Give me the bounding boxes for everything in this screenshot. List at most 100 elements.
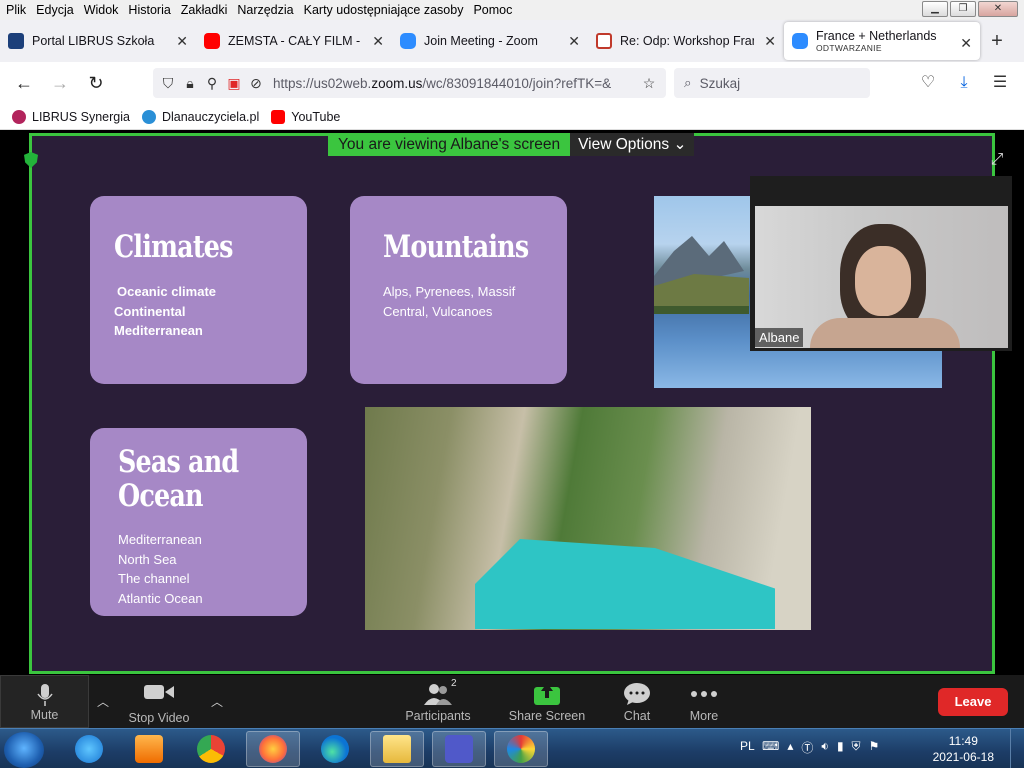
view-options-button[interactable]: View Options ⌄ <box>570 133 695 156</box>
file-explorer-icon[interactable] <box>370 731 424 767</box>
lock-icon[interactable]: 🔒︎ <box>179 75 201 92</box>
close-icon[interactable]: ✕ <box>764 33 776 50</box>
audio-options-chevron-icon[interactable]: ︿ <box>97 693 109 710</box>
forward-icon[interactable]: → <box>42 68 78 98</box>
tab-join-meeting[interactable]: Join Meeting - Zoom ✕ <box>392 20 588 62</box>
url-text[interactable]: https://us02web.zoom.us/wc/83091844010/j… <box>273 76 623 91</box>
bookmark-star-icon[interactable]: ☆ <box>638 75 660 92</box>
leave-button[interactable]: Leave <box>938 688 1008 716</box>
pocket-icon[interactable]: ♡ <box>914 68 942 98</box>
mountains-title: Mountains <box>383 229 529 265</box>
menu-narzedzia[interactable]: Narzędzia <box>232 0 298 20</box>
menu-edycja[interactable]: Edycja <box>31 0 79 20</box>
url-prefix: https://us02web. <box>273 75 372 91</box>
edge-icon[interactable] <box>308 731 362 767</box>
reload-icon[interactable]: ↻ <box>78 68 114 98</box>
windows-taskbar: PL ⌨ ▴ Ⓣ 🔉︎ ▮ ⛨ ⚑ 11:49 2021-06-18 <box>0 728 1024 768</box>
menu-historia[interactable]: Historia <box>123 0 175 20</box>
tray-expand-icon[interactable]: ▴ <box>787 739 793 756</box>
participants-label: Participants <box>405 709 471 723</box>
view-options-label: View Options <box>578 136 670 153</box>
bookmark-dlanauczyciela[interactable]: Dlanauczyciela.pl <box>141 109 259 124</box>
back-icon[interactable]: ← <box>6 68 42 98</box>
youtube-icon <box>204 33 220 49</box>
firefox-icon[interactable] <box>246 731 300 767</box>
volume-icon[interactable]: 🔉︎ <box>821 739 829 756</box>
climate-item: Oceanic climate <box>117 284 216 299</box>
more-button[interactable]: More <box>682 675 726 728</box>
show-desktop-button[interactable] <box>1010 729 1024 768</box>
bookmark-librus-synergia[interactable]: LIBRUS Synergia <box>12 109 130 124</box>
autoplay-blocked-icon[interactable]: ⊘ <box>245 75 267 92</box>
clock[interactable]: 11:49 2021-06-18 <box>933 733 994 765</box>
teams-tray-icon[interactable]: Ⓣ <box>801 739 813 756</box>
viewing-banner-text: You are viewing Albane's screen <box>328 133 571 156</box>
zoom-icon <box>400 33 416 49</box>
maximize-button[interactable]: ❐ <box>950 1 976 17</box>
dlanauczyciela-icon <box>141 109 156 124</box>
camera-icon[interactable]: ▣ <box>223 75 245 92</box>
url-domain: zoom.us <box>371 75 423 91</box>
video-options-chevron-icon[interactable]: ︿ <box>211 693 223 710</box>
screen: { "menubar": { "items": ["Plik","Edycja"… <box>0 0 1024 768</box>
network-icon[interactable]: ▮ <box>837 739 844 756</box>
teams-icon[interactable] <box>432 731 486 767</box>
sea-item: The channel <box>118 571 190 586</box>
menu-widok[interactable]: Widok <box>79 0 124 20</box>
close-icon[interactable]: ✕ <box>960 35 972 52</box>
bookmark-youtube[interactable]: YouTube <box>271 109 341 124</box>
fullscreen-icon[interactable]: ⤢ <box>983 147 1011 173</box>
mute-label: Mute <box>30 708 59 722</box>
tab-zemsta[interactable]: ZEMSTA - CAŁY FILM - 200 ✕ <box>196 20 392 62</box>
viewing-banner: You are viewing Albane's screen View Opt… <box>328 133 695 156</box>
internet-explorer-icon[interactable] <box>62 731 116 767</box>
tab-librus[interactable]: Portal LIBRUS Szkoła ✕ <box>0 20 196 62</box>
tab-title: Join Meeting - Zoom <box>424 34 538 48</box>
participant-video[interactable]: Albane <box>750 176 1012 351</box>
url-path: /wc/83091844010/join?refTK=& <box>422 75 612 91</box>
stop-video-button[interactable]: Stop Video <box>124 675 194 728</box>
menu-pomoc[interactable]: Pomoc <box>468 0 517 20</box>
sea-item: Mediterranean <box>118 532 202 547</box>
zoom-meeting-area: Climates Oceanic climate Continental Med… <box>0 130 1024 675</box>
mute-button[interactable]: Mute <box>0 675 89 728</box>
security-icon[interactable]: ⛨ <box>852 739 861 756</box>
menu-plik[interactable]: Plik <box>0 0 31 20</box>
tab-strip: Portal LIBRUS Szkoła ✕ ZEMSTA - CAŁY FIL… <box>0 20 1024 62</box>
chrome-icon[interactable] <box>184 731 238 767</box>
bookmark-label: YouTube <box>291 109 341 124</box>
new-tab-button[interactable]: + <box>980 20 1014 62</box>
chat-button[interactable]: Chat <box>617 675 657 728</box>
video-camera-icon <box>144 685 174 699</box>
tab-title: ZEMSTA - CAŁY FILM - 200 <box>228 34 362 48</box>
mail-icon <box>596 33 612 49</box>
tab-title: Portal LIBRUS Szkoła <box>32 34 155 48</box>
close-icon[interactable]: ✕ <box>568 33 580 50</box>
permissions-icon[interactable]: ⚲ <box>201 75 223 92</box>
toolbar-right: ♡ ⤓ ☰ <box>914 68 1014 98</box>
url-bar[interactable]: ⛉ 🔒︎ ⚲ ▣ ⊘ https://us02web.zoom.us/wc/83… <box>153 68 666 98</box>
zoom-icon <box>792 33 808 49</box>
tab-mail[interactable]: Re: Odp: Workshop France ✕ <box>588 20 784 62</box>
menu-hamburger-icon[interactable]: ☰ <box>986 68 1014 98</box>
menu-zakladki[interactable]: Zakładki <box>176 0 233 20</box>
close-icon[interactable]: ✕ <box>176 33 188 50</box>
download-icon[interactable]: ⤓ <box>950 68 978 98</box>
search-input[interactable]: ⌕ Szukaj <box>674 68 870 98</box>
paint-icon[interactable] <box>494 731 548 767</box>
language-indicator[interactable]: PL <box>740 739 755 753</box>
action-center-flag-icon[interactable]: ⚑ <box>869 739 880 756</box>
participants-button[interactable]: Participants <box>402 675 474 728</box>
tab-france-netherlands[interactable]: France + Netherlands ODTWARZANIE ✕ <box>784 22 980 60</box>
shield-outline-icon[interactable]: ⛉ <box>157 75 179 92</box>
close-icon[interactable]: ✕ <box>372 33 384 50</box>
menu-karty[interactable]: Karty udostępniające zasoby <box>299 0 469 20</box>
window-close-button[interactable]: ✕ <box>978 1 1018 17</box>
start-button[interactable] <box>4 732 44 768</box>
media-player-icon[interactable] <box>122 731 176 767</box>
sea-item: Atlantic Ocean <box>118 590 203 606</box>
seas-title-line2: Ocean <box>118 478 203 514</box>
share-screen-button[interactable]: Share Screen <box>506 675 588 728</box>
minimize-button[interactable]: ▁ <box>922 1 948 17</box>
keyboard-icon[interactable]: ⌨ <box>762 739 779 756</box>
